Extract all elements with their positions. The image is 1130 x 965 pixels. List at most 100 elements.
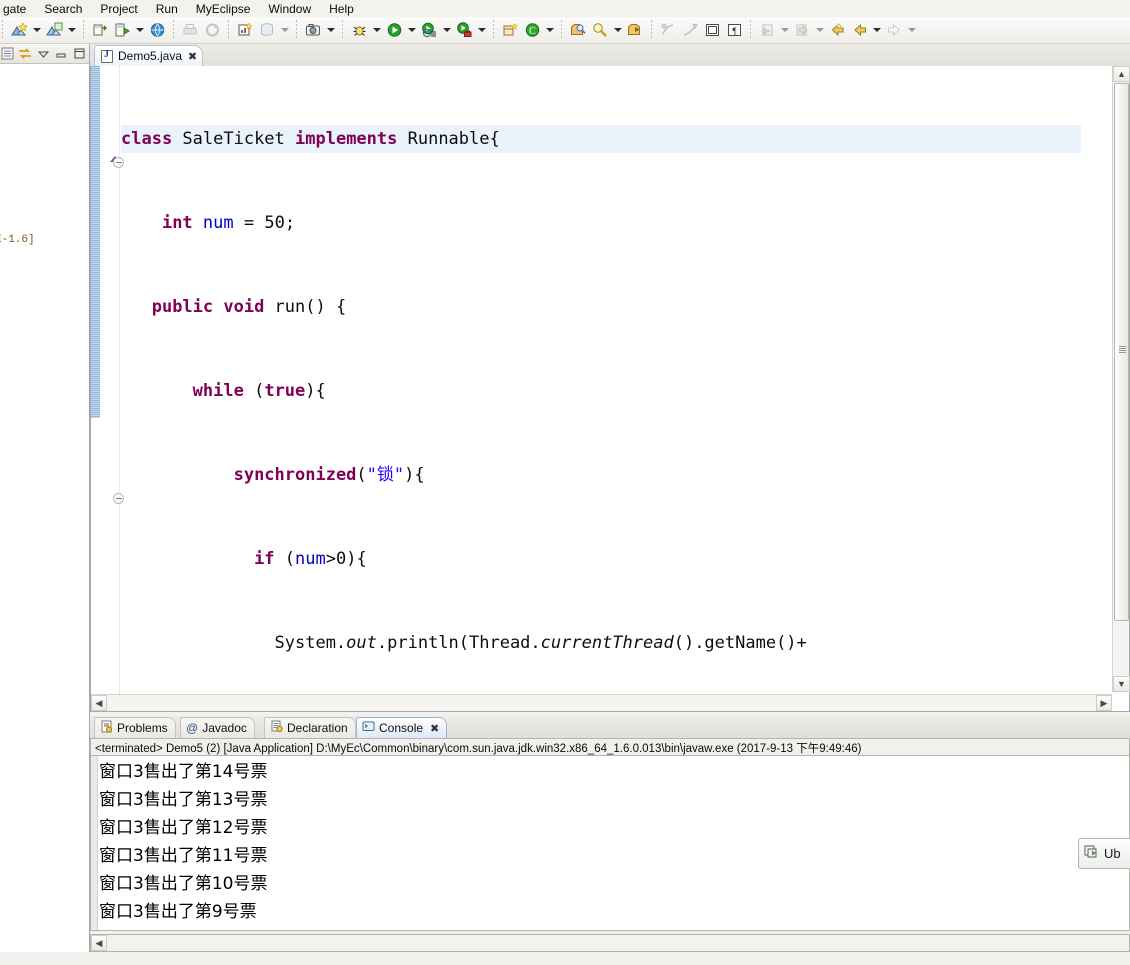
tab-declaration[interactable]: Declaration: [264, 717, 356, 738]
debug-icon[interactable]: [348, 20, 370, 41]
editor-tab-demo5[interactable]: Demo5.java ✖: [94, 45, 204, 66]
console-line: 窗口3售出了第10号票: [99, 874, 268, 894]
toolbar-group-snapshot: [299, 19, 340, 42]
link-with-editor-icon[interactable]: [18, 46, 32, 61]
open-task-icon[interactable]: [624, 20, 646, 41]
back-icon[interactable]: [826, 20, 848, 41]
tab-console[interactable]: Console ✖: [356, 717, 448, 738]
tab-declaration-label: Declaration: [287, 721, 348, 735]
deploy-icon[interactable]: [111, 20, 133, 41]
console-horizontal-scrollbar[interactable]: ◀: [90, 934, 1130, 952]
folding-column: [100, 66, 124, 710]
search-icon[interactable]: [589, 20, 611, 41]
editor-vertical-scrollbar[interactable]: ▲ ▼: [1112, 66, 1130, 692]
editor-tab-label: Demo5.java: [118, 49, 183, 63]
problems-icon: [100, 720, 113, 736]
new-java-project-icon[interactable]: [43, 20, 65, 41]
run-external-dropdown-arrow[interactable]: [475, 20, 488, 41]
tab-javadoc-label: Javadoc: [202, 721, 247, 735]
package-explorer-tree[interactable]: E-1.6]: [0, 64, 89, 951]
menu-item-project[interactable]: Project: [91, 1, 146, 17]
collapse-all-icon[interactable]: [0, 46, 14, 61]
run-dropdown-arrow[interactable]: [405, 20, 418, 41]
console-output-panel[interactable]: 窗口3售出了第14号票 窗口3售出了第13号票 窗口3售出了第12号票 窗口3售…: [90, 755, 1130, 931]
code-line: int num = 50;: [161, 213, 296, 233]
editor-scroll-thumb[interactable]: [1114, 83, 1129, 621]
minimize-icon[interactable]: [55, 46, 69, 61]
menu-item-help[interactable]: Help: [320, 1, 363, 17]
toolbar-group-print: [176, 19, 226, 42]
search-dropdown-arrow[interactable]: [611, 20, 624, 41]
database-explorer-icon: [256, 20, 278, 41]
menu-item-search[interactable]: Search: [35, 1, 91, 17]
menu-item-run[interactable]: Run: [147, 1, 187, 17]
new-java-project-dropdown-arrow[interactable]: [65, 20, 78, 41]
menu-item-window[interactable]: Window: [259, 1, 320, 17]
declaration-icon: [270, 720, 283, 736]
open-type-icon[interactable]: [567, 20, 589, 41]
back-history-icon[interactable]: [848, 20, 870, 41]
snapshot-icon[interactable]: [302, 20, 324, 41]
debug-dropdown-arrow[interactable]: [370, 20, 383, 41]
maximize-icon[interactable]: [73, 46, 87, 61]
new-report-icon[interactable]: [234, 20, 256, 41]
scroll-left-button[interactable]: ◀: [91, 695, 107, 711]
toolbar-separator: [750, 20, 751, 40]
run-icon[interactable]: [383, 20, 405, 41]
run-external-tools-icon[interactable]: [453, 20, 475, 41]
export-icon[interactable]: [89, 20, 111, 41]
code-line: System.out.println(Thread.currentThread(…: [121, 633, 807, 653]
toolbar-group-deploy: [86, 19, 171, 42]
toolbar-separator: [228, 20, 229, 40]
launch-shortcut-label: Ub: [1104, 846, 1121, 861]
previous-annotation-icon: [679, 20, 701, 41]
launch-icon: [1084, 845, 1100, 863]
code-line: synchronized("锁"){: [233, 465, 425, 485]
toggle-whitespace-icon[interactable]: ¶: [723, 20, 745, 41]
toolbar-group-new: [5, 19, 81, 42]
code-line: public void run() {: [151, 297, 347, 317]
back-history-dropdown-arrow[interactable]: [870, 20, 883, 41]
scroll-down-button[interactable]: ▼: [1113, 676, 1130, 692]
menu-bar: gate Search Project Run MyEclipse Window…: [0, 0, 1130, 17]
new-class-icon[interactable]: C: [521, 20, 543, 41]
toggle-block-selection-icon[interactable]: [701, 20, 723, 41]
print-icon: [179, 20, 201, 41]
toolbar-group-search: [564, 19, 649, 42]
editor-horizontal-scrollbar[interactable]: ◀ ▶: [91, 694, 1112, 711]
menu-item-myeclipse[interactable]: MyEclipse: [187, 1, 260, 17]
open-browser-icon[interactable]: [146, 20, 168, 41]
view-menu-icon[interactable]: [36, 46, 50, 61]
editor-tab-bar: Demo5.java ✖: [90, 44, 1130, 66]
status-bar: [0, 952, 1130, 965]
new-class-dropdown-arrow[interactable]: [543, 20, 556, 41]
new-wizard-dropdown-arrow[interactable]: [30, 20, 43, 41]
javadoc-icon: @: [186, 721, 199, 735]
forward-icon: [883, 20, 905, 41]
new-wizard-icon[interactable]: [8, 20, 30, 41]
code-editor-text[interactable]: class SaleTicket implements Runnable{ in…: [121, 66, 1107, 693]
svg-text:¶: ¶: [732, 26, 736, 36]
console-scroll-left-button[interactable]: ◀: [91, 935, 107, 951]
tab-problems-label: Problems: [117, 721, 168, 735]
deploy-dropdown-arrow[interactable]: [133, 20, 146, 41]
run-history-dropdown-arrow[interactable]: [440, 20, 453, 41]
snapshot-dropdown-arrow[interactable]: [324, 20, 337, 41]
console-left-gutter: [91, 756, 98, 930]
launch-shortcut-button[interactable]: Ub: [1078, 838, 1130, 869]
scroll-right-button[interactable]: ▶: [1096, 695, 1112, 711]
tab-problems[interactable]: Problems: [94, 717, 176, 738]
scroll-up-button[interactable]: ▲: [1113, 66, 1130, 82]
toolbar-group-java: C: [496, 19, 559, 42]
database-explorer-dropdown-arrow: [278, 20, 291, 41]
close-icon[interactable]: ✖: [188, 50, 197, 63]
run-history-icon[interactable]: [418, 20, 440, 41]
toolbar-separator: [651, 20, 652, 40]
menu-item-navigate[interactable]: gate: [0, 1, 35, 17]
new-package-icon[interactable]: [499, 20, 521, 41]
tab-javadoc[interactable]: @ Javadoc: [180, 717, 255, 738]
close-icon[interactable]: ✖: [430, 722, 439, 735]
myeclipse-window: gate Search Project Run MyEclipse Window…: [0, 0, 1130, 965]
console-line: 窗口3售出了第11号票: [99, 846, 268, 866]
console-line: 窗口3售出了第14号票: [99, 762, 268, 782]
